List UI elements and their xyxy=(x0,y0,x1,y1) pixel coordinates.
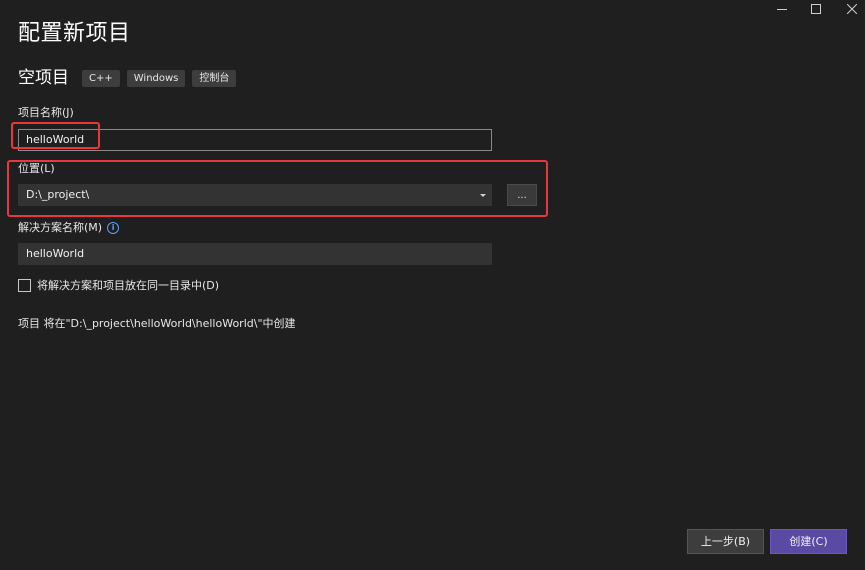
tag-language: C++ xyxy=(82,69,120,87)
project-name-input[interactable]: helloWorld xyxy=(18,129,492,151)
minimize-icon[interactable] xyxy=(766,0,798,18)
tag-project-kind: 控制台 xyxy=(192,69,237,87)
project-path-note: 项目 将在"D:\_project\helloWorld\helloWorld\… xyxy=(18,317,296,330)
same-directory-option[interactable]: 将解决方案和项目放在同一目录中(D) xyxy=(18,277,219,293)
same-directory-checkbox[interactable] xyxy=(18,278,31,292)
page-title: 配置新项目 xyxy=(18,21,131,46)
dropdown-arrow-icon[interactable] xyxy=(480,193,486,197)
browse-button[interactable]: ... xyxy=(507,184,537,206)
project-type-title: 空项目 xyxy=(18,68,69,88)
location-label: 位置(L) xyxy=(18,162,55,175)
maximize-icon[interactable] xyxy=(800,0,832,18)
solution-name-input[interactable]: helloWorld xyxy=(18,243,492,265)
project-name-label: 项目名称(J) xyxy=(18,106,74,119)
location-value: D:\_project\ xyxy=(26,188,90,201)
project-name-value: helloWorld xyxy=(26,133,85,146)
info-icon[interactable]: i xyxy=(107,222,120,234)
same-directory-label: 将解决方案和项目放在同一目录中(D) xyxy=(37,279,220,292)
create-button[interactable]: 创建(C) xyxy=(770,529,847,554)
tag-platform: Windows xyxy=(126,69,186,87)
project-type-row: 空项目 C++ Windows 控制台 xyxy=(18,66,243,90)
solution-name-label: 解决方案名称(M) xyxy=(18,221,103,234)
location-combobox[interactable]: D:\_project\ xyxy=(18,184,492,206)
solution-name-label-row: 解决方案名称(M) i xyxy=(18,221,120,235)
close-icon[interactable] xyxy=(836,0,865,18)
back-button[interactable]: 上一步(B) xyxy=(687,529,764,554)
solution-name-value: helloWorld xyxy=(26,247,85,260)
